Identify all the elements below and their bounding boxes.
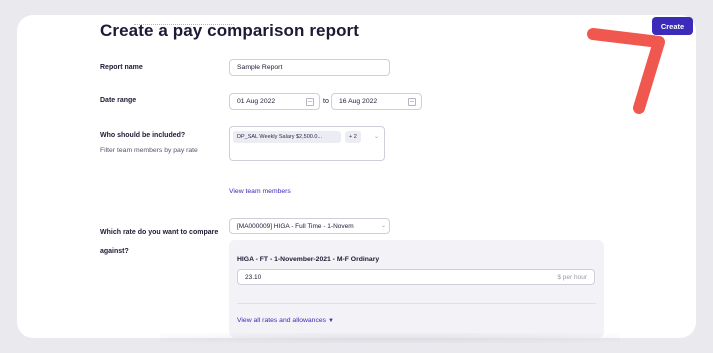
view-team-members-link[interactable]: View team members [229, 188, 291, 195]
included-help-text: Filter team members by pay rate [100, 147, 198, 154]
rate-value: 23.10 [245, 273, 262, 281]
view-all-rates-label: View all rates and allowances [237, 317, 327, 324]
team-members-multiselect[interactable]: DP_SAL Weekly Salary $2,500.0... + 2 ⌄ [229, 126, 385, 161]
chevron-down-icon[interactable]: ⌄ [374, 133, 379, 140]
rate-select[interactable]: [MA000009] HIGA - Full Time - 1-Novem [229, 218, 390, 234]
date-to-input[interactable]: 16 Aug 2022 [331, 93, 422, 110]
date-to-value: 16 Aug 2022 [339, 98, 378, 105]
report-name-input[interactable]: Sample Report [229, 59, 390, 76]
report-name-label: Report name [100, 64, 143, 71]
create-button[interactable]: Create [652, 17, 693, 35]
chevron-down-icon: ▼ [327, 318, 334, 324]
rate-select-value: [MA000009] HIGA - Full Time - 1-Novem [237, 222, 354, 230]
included-label: Who should be included? [100, 132, 186, 139]
divider [237, 303, 596, 304]
selected-chip[interactable]: DP_SAL Weekly Salary $2,500.0... [233, 131, 341, 143]
date-range-separator: to [323, 98, 329, 105]
view-all-rates-link[interactable]: View all rates and allowances ▼ [237, 317, 334, 324]
date-range-label: Date range [100, 97, 137, 104]
compare-rate-label: Which rate do you want to compare agains… [100, 229, 219, 255]
rate-input[interactable]: 23.10 $ per hour [237, 269, 595, 285]
chevron-down-icon[interactable]: ⌄ [381, 222, 386, 229]
calendar-icon[interactable] [408, 98, 416, 106]
more-chip[interactable]: + 2 [345, 131, 361, 143]
rate-panel-title: HIGA - FT - 1-November-2021 - M-F Ordina… [237, 256, 380, 263]
date-from-input[interactable]: 01 Aug 2022 [229, 93, 320, 110]
date-from-value: 01 Aug 2022 [237, 98, 276, 105]
calendar-icon[interactable] [306, 98, 314, 106]
rate-unit: $ per hour [557, 273, 587, 281]
bottom-shadow [160, 333, 620, 343]
page-title: Create a pay comparison report [100, 21, 360, 40]
rate-panel: HIGA - FT - 1-November-2021 - M-F Ordina… [229, 240, 604, 338]
